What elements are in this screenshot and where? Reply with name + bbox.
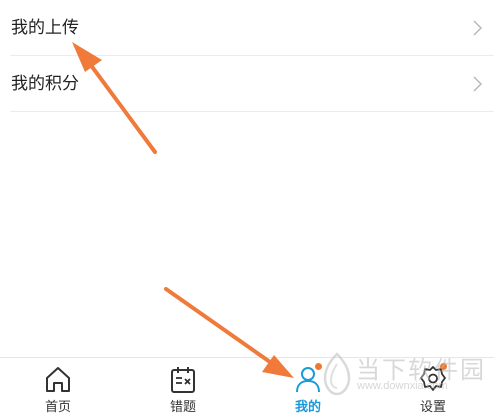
menu-item-label: 我的上传 xyxy=(11,18,79,38)
tab-label: 首页 xyxy=(44,400,71,415)
tab-home[interactable]: 首页 xyxy=(18,358,98,420)
chevron-right-icon xyxy=(473,20,482,36)
chevron-right-icon xyxy=(473,76,482,92)
home-icon xyxy=(46,367,70,392)
menu-item-my-points[interactable]: 我的积分 xyxy=(10,57,494,112)
tab-label: 错题 xyxy=(169,400,196,415)
tab-mine[interactable]: 我的 xyxy=(268,358,348,420)
menu-item-label: 我的积分 xyxy=(11,74,79,94)
tab-errors[interactable]: 错题 xyxy=(143,358,223,420)
bottom-tab-bar: 首页 错题 我的 设置 xyxy=(0,357,494,420)
notification-badge xyxy=(440,363,447,370)
calendar-error-icon xyxy=(171,367,195,393)
tab-settings[interactable]: 设置 xyxy=(393,358,473,420)
tab-label: 设置 xyxy=(419,400,446,415)
tab-label: 我的 xyxy=(294,400,321,415)
profile-page: 我的上传 我的积分 首页 错题 我的 设置 当下软件园 www.downxia.… xyxy=(0,0,494,420)
notification-badge xyxy=(315,363,322,370)
menu-item-my-uploads[interactable]: 我的上传 xyxy=(10,1,494,56)
